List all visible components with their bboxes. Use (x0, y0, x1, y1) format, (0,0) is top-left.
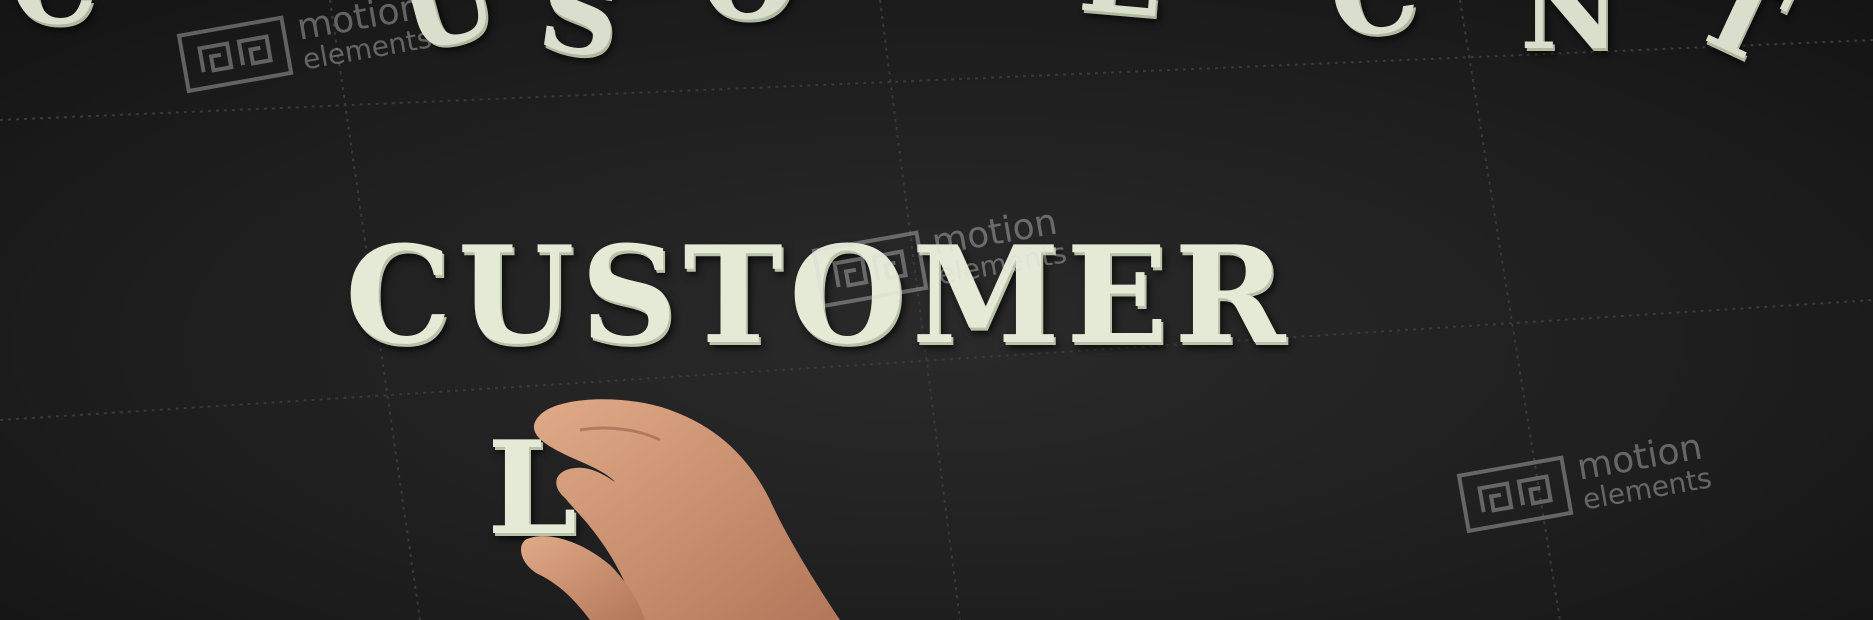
scattered-letter: S (531, 0, 629, 84)
scattered-letter: O (700, 0, 796, 35)
scattered-letter: N (1520, 0, 1621, 74)
scattered-letter: E (1075, 0, 1170, 42)
hand-image (520, 399, 840, 620)
scattered-letter: C (1321, 0, 1426, 64)
scattered-letter: C (10, 0, 98, 40)
photo-scene: C U S O E C N T CUSTOMER L motion elemen… (0, 0, 1873, 620)
